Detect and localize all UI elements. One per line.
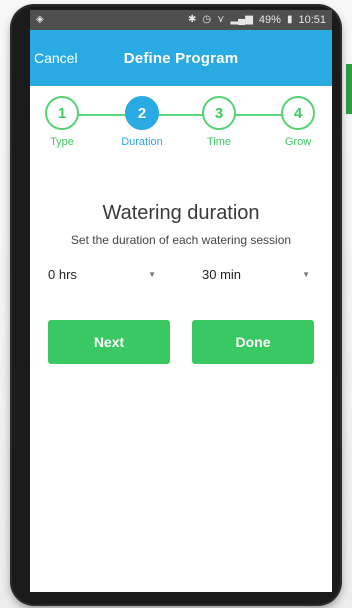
clock-icon: ◷ [202, 14, 212, 25]
next-button[interactable]: Next [48, 320, 170, 364]
stepper-line [60, 114, 302, 116]
app-notification-icon: ◈ [36, 14, 44, 25]
cancel-button[interactable]: Cancel [34, 50, 78, 66]
duration-selectors: 0 hrs ▼ 30 min ▼ [30, 263, 332, 286]
app-header: Cancel Define Program [30, 30, 332, 86]
bluetooth-icon: ✱ [188, 14, 197, 25]
step-number: 3 [202, 96, 236, 130]
done-button[interactable]: Done [192, 320, 314, 364]
step-label: Duration [121, 136, 163, 148]
status-right: ✱ ◷ ⋎ ▂▄▆ 49% ▮ 10:51 [188, 14, 326, 26]
minutes-value: 30 min [202, 267, 242, 282]
hours-dropdown[interactable]: 0 hrs ▼ [48, 263, 160, 286]
step-type[interactable]: 1 Type [34, 96, 90, 148]
battery-percent: 49% [258, 14, 281, 26]
action-buttons: Next Done [30, 320, 332, 364]
status-bar: ◈ ✱ ◷ ⋎ ▂▄▆ 49% ▮ 10:51 [30, 10, 332, 30]
minutes-dropdown[interactable]: 30 min ▼ [202, 263, 314, 286]
canvas: ◈ ✱ ◷ ⋎ ▂▄▆ 49% ▮ 10:51 Cancel Define Pr… [0, 0, 352, 608]
step-label: Type [50, 136, 74, 148]
duration-content: Watering duration Set the duration of ea… [30, 166, 332, 364]
duration-title: Watering duration [102, 202, 260, 224]
step-label: Time [206, 136, 232, 148]
page-title: Define Program [123, 49, 239, 67]
step-number: 1 [45, 96, 79, 130]
battery-icon: ▮ [286, 14, 293, 25]
chevron-down-icon: ▼ [148, 270, 156, 279]
duration-subtitle: Set the duration of each watering sessio… [70, 233, 292, 247]
background-green-edge [346, 64, 352, 114]
step-label: Grow [284, 136, 312, 148]
step-duration[interactable]: 2 Duration [114, 96, 170, 148]
program-stepper: 1 Type 2 Duration 3 Time 4 Grow [30, 96, 332, 166]
step-time[interactable]: 3 Time [191, 96, 247, 148]
status-time: 10:51 [298, 14, 326, 26]
step-grow[interactable]: 4 Grow [270, 96, 326, 148]
hours-value: 0 hrs [48, 267, 77, 282]
signal-icon: ▂▄▆ [230, 14, 253, 25]
step-number: 2 [125, 96, 159, 130]
chevron-down-icon: ▼ [302, 270, 310, 279]
wifi-icon: ⋎ [217, 14, 225, 25]
app-screen: ◈ ✱ ◷ ⋎ ▂▄▆ 49% ▮ 10:51 Cancel Define Pr… [30, 10, 332, 592]
status-left: ◈ [36, 15, 44, 25]
step-number: 4 [281, 96, 315, 130]
